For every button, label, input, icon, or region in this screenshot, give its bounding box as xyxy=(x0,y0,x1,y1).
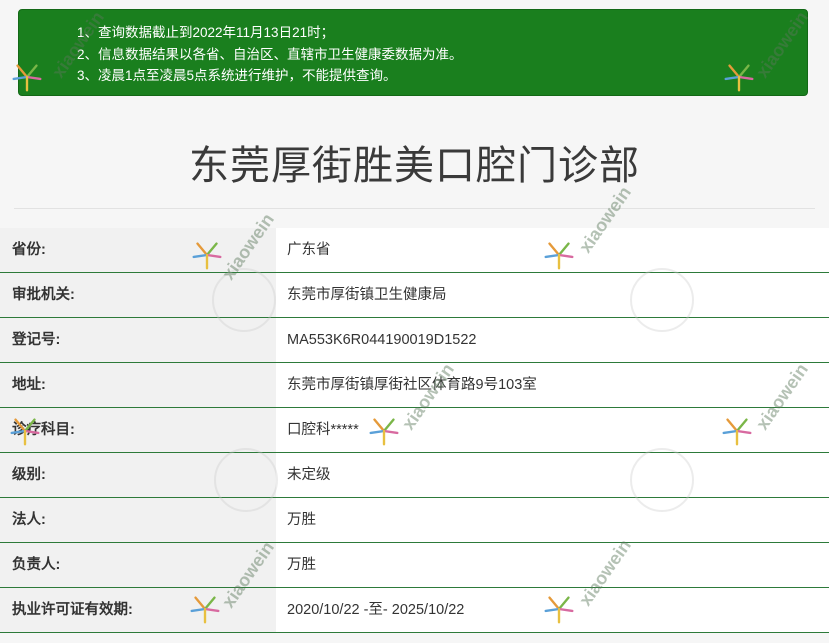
clinic-info-table: 省份: 广东省 审批机关: 东莞市厚街镇卫生健康局 登记号: MA553K6R0… xyxy=(0,228,829,633)
row-license-validity: 执业许可证有效期: 2020/10/22 -至- 2025/10/22 xyxy=(0,588,829,633)
row-label: 地址: xyxy=(0,363,276,407)
row-value: 万胜 xyxy=(287,557,316,573)
notice-line-2: 2、信息数据结果以各省、自治区、直辖市卫生健康委数据为准。 xyxy=(77,46,463,62)
row-value: 广东省 xyxy=(287,242,331,258)
row-approval-authority: 审批机关: 东莞市厚街镇卫生健康局 xyxy=(0,273,829,318)
row-label: 省份: xyxy=(0,228,276,272)
row-value: 口腔科***** xyxy=(287,422,359,438)
title-divider xyxy=(14,208,815,209)
row-province: 省份: 广东省 xyxy=(0,228,829,273)
clinic-title: 东莞厚街胜美口腔门诊部 xyxy=(189,143,640,189)
notice-line-3: 3、凌晨1点至凌晨5点系统进行维护，不能提供查询。 xyxy=(77,68,397,83)
row-label: 审批机关: xyxy=(0,273,276,317)
notice-line-1: 1、查询数据截止到2022年11月13日21时； xyxy=(77,25,335,40)
row-level: 级别: 未定级 xyxy=(0,453,829,498)
row-value: 未定级 xyxy=(287,467,331,483)
row-label: 级别: xyxy=(0,453,276,497)
row-label: 法人: xyxy=(0,498,276,542)
row-value: MA553K6R044190019D1522 xyxy=(287,332,477,348)
row-departments: 诊疗科目: 口腔科***** xyxy=(0,408,829,453)
row-value: 东莞市厚街镇卫生健康局 xyxy=(287,287,447,303)
row-person-in-charge: 负责人: 万胜 xyxy=(0,543,829,588)
row-label: 负责人: xyxy=(0,543,276,587)
row-value: 万胜 xyxy=(287,512,316,528)
row-value: 东莞市厚街镇厚街社区体育路9号103室 xyxy=(287,377,537,393)
row-label: 诊疗科目: xyxy=(0,408,276,452)
row-label: 执业许可证有效期: xyxy=(0,588,276,632)
notice-banner: 1、查询数据截止到2022年11月13日21时； 2、信息数据结果以各省、自治区… xyxy=(18,9,808,96)
row-legal-person: 法人: 万胜 xyxy=(0,498,829,543)
row-value: 2020/10/22 -至- 2025/10/22 xyxy=(287,602,465,618)
row-address: 地址: 东莞市厚街镇厚街社区体育路9号103室 xyxy=(0,363,829,408)
row-label: 登记号: xyxy=(0,318,276,362)
row-registration-number: 登记号: MA553K6R044190019D1522 xyxy=(0,318,829,363)
